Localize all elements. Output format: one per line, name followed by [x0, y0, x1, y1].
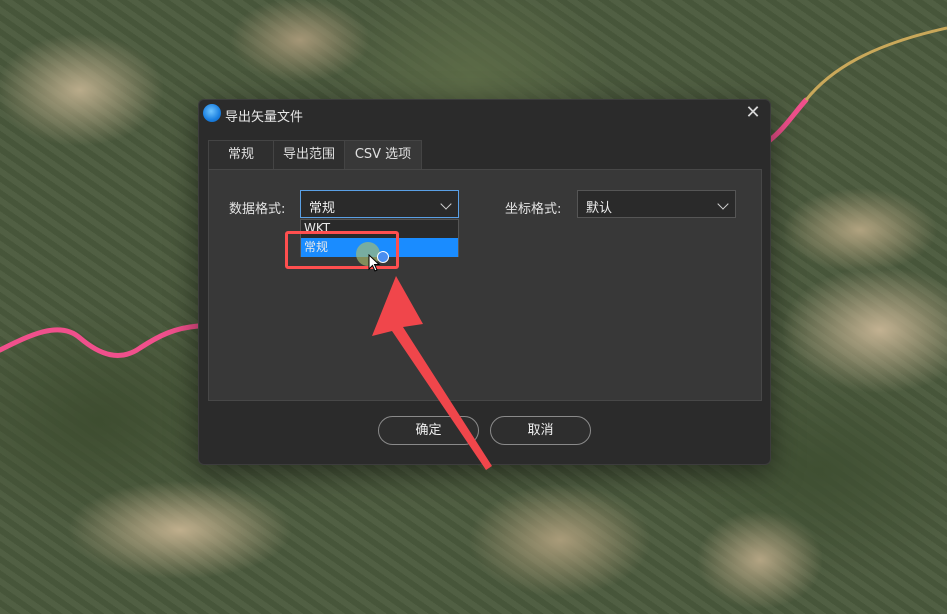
coord-format-label: 坐标格式: [505, 202, 562, 217]
data-format-select[interactable]: 常规 [300, 190, 459, 218]
app-logo-icon [203, 104, 221, 122]
dialog-title: 导出矢量文件 [225, 110, 304, 125]
road-left [0, 323, 201, 358]
tab-csv-options[interactable]: CSV 选项 [344, 140, 422, 169]
chevron-down-icon [717, 198, 729, 210]
close-icon[interactable]: ✕ [742, 102, 764, 124]
coord-format-select[interactable]: 默认 [577, 190, 736, 218]
ok-button[interactable]: 确定 [378, 416, 479, 445]
data-format-label: 数据格式: [229, 202, 286, 217]
cancel-button[interactable]: 取消 [490, 416, 591, 445]
data-format-value: 常规 [309, 201, 336, 216]
dialog-titlebar[interactable]: 导出矢量文件 ✕ [199, 100, 770, 128]
chevron-down-icon [440, 198, 452, 210]
export-vector-dialog: 导出矢量文件 ✕ 常规 导出范围 CSV 选项 数据格式: 常规 坐标格式: 默… [198, 99, 771, 465]
road-right [767, 97, 809, 143]
tab-export-range[interactable]: 导出范围 [273, 140, 345, 169]
road-highway [804, 26, 947, 101]
tab-general[interactable]: 常规 [208, 140, 274, 169]
mouse-pointer-icon [368, 254, 381, 272]
coord-format-value: 默认 [586, 201, 613, 216]
